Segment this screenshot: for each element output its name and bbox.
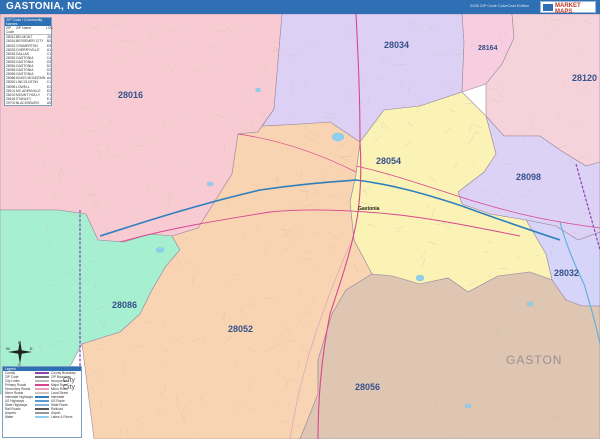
zip-label-28054: 28054 — [376, 156, 401, 166]
zip-label-28034: 28034 — [384, 40, 409, 50]
legend-city-label: City City — [63, 377, 75, 391]
zip-code-map[interactable]: 28034 28164 28120 28016 28054 28098 2803… — [0, 14, 600, 439]
map-frame: GASTONIA, NC 2026 ZIP Code ColorCast Edi… — [0, 0, 600, 439]
legend-swatch — [35, 388, 49, 390]
brand-badge-icon — [543, 4, 553, 11]
zip-label-28164: 28164 — [478, 45, 498, 52]
compass-west: W — [6, 346, 10, 351]
city-label: Gastonia — [358, 206, 380, 212]
county-label: GASTON — [506, 353, 562, 367]
legend-swatch — [35, 404, 49, 406]
col-loc: LOC — [46, 26, 51, 34]
legend-swatch — [35, 408, 49, 410]
zip-list-header: ZIP Code / Community Names — [5, 18, 51, 26]
edition-label: 2026 ZIP Code ColorCast Edition — [470, 3, 529, 8]
legend-swatch — [35, 396, 49, 398]
legend-swatch — [35, 416, 49, 418]
col-zip: ZIP Code — [5, 26, 16, 34]
compass-east: E — [30, 346, 33, 351]
legend-swatch — [35, 384, 49, 386]
legend-city-word-1: City — [63, 377, 75, 384]
map-canvas: 28034 28164 28120 28016 28054 28098 2803… — [0, 14, 600, 439]
legend-swatch — [35, 376, 49, 378]
map-title: GASTONIA, NC — [6, 1, 82, 12]
zip-label-28032: 28032 — [554, 268, 579, 278]
zip-list-rows: 28012BELMONT2628016BESSEMER CITYB328032C… — [5, 35, 51, 105]
zip-label-28056: 28056 — [355, 382, 380, 392]
col-name: ZIP Name — [16, 26, 46, 34]
title-bar: GASTONIA, NC 2026 ZIP Code ColorCast Edi… — [0, 0, 600, 14]
zip-list-loc: A5 — [46, 101, 51, 105]
zip-label-28086: 28086 — [112, 300, 137, 310]
legend-swatch — [35, 380, 49, 382]
zip-code-list-panel: ZIP Code / Community Names ZIP Code ZIP … — [4, 17, 52, 106]
zip-list-row: 29702BLACKSBURGA5 — [5, 101, 51, 105]
compass-south: S — [18, 362, 21, 366]
legend-swatch — [35, 392, 49, 394]
zip-label-28120: 28120 — [572, 73, 597, 83]
legend-swatch — [35, 400, 49, 402]
compass-north: N — [18, 340, 21, 345]
legend-swatch — [35, 412, 49, 414]
legend-item-name: Water — [5, 415, 35, 419]
zip-label-28052: 28052 — [228, 324, 253, 334]
zip-label-28098: 28098 — [516, 172, 541, 182]
brand-logo: MARKET MAPS — [540, 1, 596, 13]
legend-swatch — [35, 372, 49, 374]
legend-row: Water Lakes & Rivers — [3, 415, 81, 419]
legend-panel: Legend CountyCounty BoundaryZIP CodeZIP … — [2, 366, 82, 438]
compass-rose-icon: N S E W — [6, 338, 34, 366]
legend-city-word-2: City — [63, 384, 75, 391]
legend-item-desc: Lakes & Rivers — [51, 415, 77, 419]
zip-label-28016: 28016 — [118, 90, 143, 100]
zip-list-zip: 29702 — [5, 101, 16, 105]
zip-list-name: BLACKSBURG — [16, 101, 46, 105]
zip-list-column-headers: ZIP Code ZIP Name LOC — [5, 26, 51, 35]
